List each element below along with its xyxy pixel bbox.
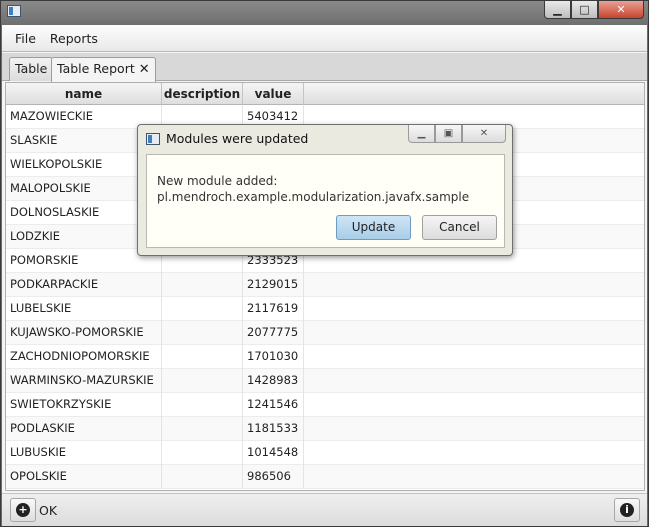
cell-name: PODLASKIE <box>6 417 162 441</box>
java-window-icon <box>146 133 160 145</box>
window-content: File Reports Table Table Report ✕ name de… <box>2 25 647 526</box>
close-tab-icon[interactable]: ✕ <box>139 59 150 81</box>
cell-description <box>162 369 243 393</box>
cell-value: 986506 <box>243 465 304 489</box>
cell-description <box>162 297 243 321</box>
tab-label: Table Report <box>57 61 135 76</box>
info-icon: i <box>620 503 634 517</box>
cell-description <box>162 465 243 489</box>
dialog-window-controls: ▁ ▣ ✕ <box>408 125 506 143</box>
add-button[interactable]: + <box>10 498 36 522</box>
cell-description <box>162 273 243 297</box>
column-header-name[interactable]: name <box>6 83 162 105</box>
table-header: name description value <box>6 83 644 105</box>
close-icon: ✕ <box>616 3 626 16</box>
modules-updated-dialog: Modules were updated ▁ ▣ ✕ New module ad… <box>137 124 513 256</box>
table-row[interactable]: LUBELSKIE 2117619 <box>6 297 644 321</box>
maximize-icon: ▣ <box>443 128 454 139</box>
dialog-title: Modules were updated <box>166 131 309 146</box>
tab-header: Table Table Report ✕ <box>2 53 647 82</box>
java-window-icon <box>7 5 21 17</box>
cell-name: WARMINSKO-MAZURSKIE <box>6 369 162 393</box>
dialog-message-line: New module added: <box>157 174 278 188</box>
cell-description <box>162 345 243 369</box>
dialog-minimize-button[interactable]: ▁ <box>408 125 435 143</box>
info-button[interactable]: i <box>614 498 640 522</box>
column-header-description[interactable]: description <box>162 83 243 105</box>
dialog-message: New module added: pl.mendroch.example.mo… <box>157 173 469 205</box>
table-row[interactable]: OPOLSKIE 986506 <box>6 465 644 489</box>
cancel-button[interactable]: Cancel <box>422 215 497 240</box>
column-header-value[interactable]: value <box>243 83 304 105</box>
cell-description <box>162 321 243 345</box>
table-row[interactable]: PODKARPACKIE 2129015 <box>6 273 644 297</box>
minimize-icon: ▁ <box>417 128 426 139</box>
cell-value: 1014548 <box>243 441 304 465</box>
cell-value: 2077775 <box>243 321 304 345</box>
maximize-button[interactable]: □ <box>571 1 598 19</box>
cell-value: 2129015 <box>243 273 304 297</box>
add-circle-icon: + <box>16 503 30 517</box>
minimize-icon: ▁ <box>553 3 562 16</box>
application-window: ▁ □ ✕ File Reports Table Table Report ✕ n… <box>0 0 649 527</box>
dialog-content: New module added: pl.mendroch.example.mo… <box>146 154 505 248</box>
menu-bar: File Reports <box>2 25 647 52</box>
table-row[interactable]: SWIETOKRZYSKIE 1241546 <box>6 393 644 417</box>
dialog-close-button[interactable]: ✕ <box>462 125 506 143</box>
cell-description <box>162 417 243 441</box>
window-titlebar[interactable]: ▁ □ ✕ <box>1 1 648 25</box>
cell-name: PODKARPACKIE <box>6 273 162 297</box>
close-window-button[interactable]: ✕ <box>598 1 644 19</box>
menu-reports[interactable]: Reports <box>43 25 105 52</box>
table-row[interactable]: KUJAWSKO-POMORSKIE 2077775 <box>6 321 644 345</box>
table-row[interactable]: LUBUSKIE 1014548 <box>6 441 644 465</box>
cell-description <box>162 441 243 465</box>
table-row[interactable]: WARMINSKO-MAZURSKIE 1428983 <box>6 369 644 393</box>
cell-name: SWIETOKRZYSKIE <box>6 393 162 417</box>
minimize-button[interactable]: ▁ <box>544 1 571 19</box>
status-label: OK <box>39 503 58 518</box>
dialog-module-name: pl.mendroch.example.modularization.javaf… <box>157 190 470 204</box>
cell-name: OPOLSKIE <box>6 465 162 489</box>
tab-table-report[interactable]: Table Report ✕ <box>51 57 156 82</box>
cell-value: 2117619 <box>243 297 304 321</box>
menu-file[interactable]: File <box>8 25 43 52</box>
tab-label: Table <box>15 61 48 76</box>
status-bar: + OK i <box>2 493 647 526</box>
update-button[interactable]: Update <box>336 215 411 240</box>
cell-value: 1181533 <box>243 417 304 441</box>
close-icon: ✕ <box>479 128 489 139</box>
cell-name: KUJAWSKO-POMORSKIE <box>6 321 162 345</box>
cell-value: 1701030 <box>243 345 304 369</box>
table-row[interactable]: ZACHODNIOPOMORSKIE 1701030 <box>6 345 644 369</box>
cell-description <box>162 393 243 417</box>
cell-name: ZACHODNIOPOMORSKIE <box>6 345 162 369</box>
maximize-icon: □ <box>579 3 590 16</box>
window-controls: ▁ □ ✕ <box>544 1 644 19</box>
tab-table[interactable]: Table <box>9 57 54 81</box>
cell-value: 1241546 <box>243 393 304 417</box>
cell-name: LUBELSKIE <box>6 297 162 321</box>
cell-value: 1428983 <box>243 369 304 393</box>
cell-name: LUBUSKIE <box>6 441 162 465</box>
dialog-maximize-button[interactable]: ▣ <box>435 125 462 143</box>
table-row[interactable]: PODLASKIE 1181533 <box>6 417 644 441</box>
